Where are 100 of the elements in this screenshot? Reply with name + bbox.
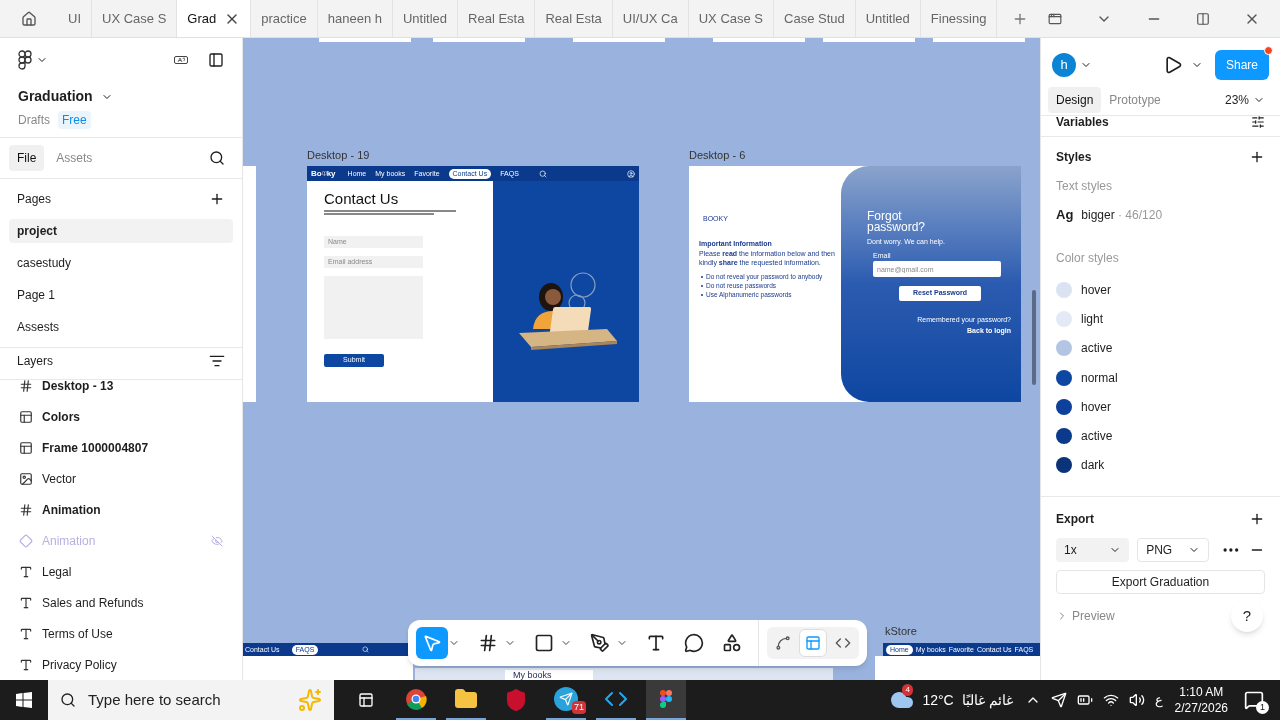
format-select[interactable]: PNG [1137,538,1210,563]
panel-heading: Forgot password? [867,211,927,233]
taskbar-app[interactable] [646,680,686,720]
section-title: Variables [1056,113,1109,131]
browser-icon [405,688,427,710]
present-icon[interactable] [1163,55,1183,75]
layer-item[interactable]: Frame 1000004807 [0,432,242,463]
user-avatar[interactable]: h [1052,53,1076,77]
figma-logo-icon[interactable] [18,50,32,70]
color-style-item[interactable]: normal [1056,362,1265,393]
layer-item[interactable]: Animation [0,494,242,525]
document-tab[interactable]: Grad [177,0,252,37]
zoom-level[interactable]: 23% [1224,90,1249,109]
profile-icon[interactable] [627,169,635,178]
document-tab[interactable]: Finessing [920,0,998,37]
document-tab[interactable]: Case Stud [774,0,856,37]
comment-icon [684,633,704,653]
layer-item[interactable]: Privacy Policy [0,649,242,680]
layer-item[interactable]: Desktop - 13 [0,370,242,401]
document-tab[interactable]: Real Esta [535,0,613,37]
search-field[interactable]: Type here to search [48,680,334,720]
document-tab[interactable]: Untitled [855,0,921,37]
variables-icon[interactable] [1251,114,1265,129]
color-style-item[interactable]: hover [1056,275,1265,305]
scribble-icon [775,635,791,651]
help-button[interactable]: ? [1231,600,1263,633]
subsection-title: Color styles [1056,250,1120,267]
properties-tab[interactable]: Prototype [1101,86,1169,113]
color-style-item[interactable]: dark [1056,450,1265,481]
plan-badge: Free [58,111,91,129]
sidebar-toggle-icon[interactable] [208,52,224,68]
scale-select[interactable]: 1x [1056,538,1130,563]
document-tab[interactable]: UI [58,0,92,37]
layer-item[interactable]: Sales and Refunds [0,587,242,618]
frame-icon [478,633,498,653]
page-item[interactable]: project [9,219,233,243]
weather-badge: 4 [902,684,913,696]
export-button[interactable]: Export Graduation [1056,570,1265,595]
volume-icon[interactable] [1128,692,1145,708]
section-title: Layers [17,352,54,370]
scrollbar-thumb[interactable] [1032,290,1036,385]
search-icon[interactable] [209,150,225,166]
text-style-item[interactable]: Ag bigger · 46/120 [1056,199,1265,231]
document-tab[interactable]: Real Esta [458,0,536,37]
temperature[interactable]: 12°C [922,689,954,711]
drafts-label[interactable]: Drafts [18,111,50,129]
mode-toggle[interactable] [799,629,827,657]
forgot-password-frame[interactable] [689,166,1021,402]
document-tab[interactable]: haneen h [317,0,393,37]
text-icon [646,633,666,653]
layer-item[interactable]: Colors [0,401,242,432]
home-icon [21,10,37,27]
window-icon[interactable] [1048,11,1062,26]
taskbar-app[interactable]: 71 [546,680,586,720]
layer-item[interactable]: Legal [0,556,242,587]
page-item[interactable]: Page 1 [9,283,233,307]
color-style-item[interactable]: hover [1056,392,1265,422]
code-icon [835,635,851,651]
design-mode-icon [805,635,821,651]
add-icon[interactable] [209,191,225,207]
color-style-item[interactable]: active [1056,333,1265,363]
search-icon[interactable] [539,169,547,178]
figma-logo-icon [659,689,673,709]
paper-plane-icon [559,692,573,706]
section-label: My books [513,670,552,680]
document-tab[interactable]: UX Case S [688,0,775,37]
text-icon [19,626,33,641]
shield-icon [504,688,528,712]
paper-plane-icon[interactable] [1050,692,1067,708]
sidebar-tab[interactable]: Assets [48,145,101,171]
document-tab[interactable]: Untitled [393,0,459,37]
weather-text[interactable]: غائم غالبًا [961,689,1013,711]
wifi-icon[interactable] [1102,692,1119,708]
language-indicator[interactable]: ع [1154,690,1163,710]
restore-icon[interactable] [1196,11,1210,26]
frame-title[interactable]: Desktop - 19 [307,147,370,164]
page-item[interactable]: casestudy [9,251,233,275]
add-icon[interactable] [1249,149,1265,165]
layer-item[interactable]: Vector [0,463,242,494]
frame-title[interactable]: Desktop - 6 [689,147,746,164]
frame-title[interactable]: kStore [885,623,917,640]
sidebar-tab[interactable]: File [9,145,45,171]
layer-item[interactable]: Terms of Use [0,618,242,649]
properties-tab[interactable]: Design [1048,86,1102,113]
color-style-item[interactable]: light [1056,304,1265,334]
document-tab[interactable]: practice [251,0,318,37]
subsection-title: Text styles [1056,179,1112,193]
auto-layout-icon [19,440,33,455]
color-style-item[interactable]: active [1056,421,1265,451]
file-name[interactable]: Graduation [18,86,93,107]
page-item[interactable]: Assests [9,315,233,339]
clock[interactable]: 1:10 AM 2/27/2026 [1174,684,1228,716]
section-title: Pages [17,191,52,208]
logo: Bo ky [311,167,336,180]
frame-icon [19,502,33,517]
text-icon [19,595,33,610]
battery-icon[interactable] [1076,692,1093,708]
preview-toggle[interactable]: Preview [1056,607,1115,626]
document-tab[interactable]: UI/UX Ca [612,0,689,37]
font-check-icon[interactable] [174,56,188,64]
